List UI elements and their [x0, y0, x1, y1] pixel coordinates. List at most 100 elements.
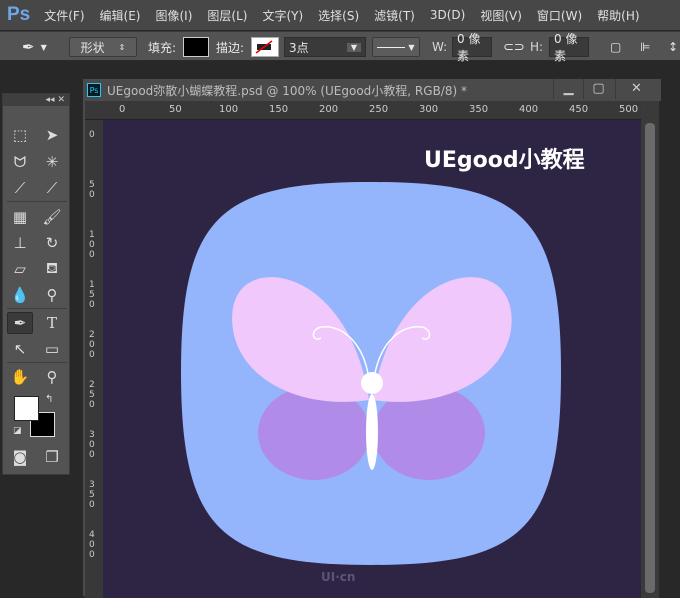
- canvas[interactable]: UEgood小教程 UI·cn: [103, 120, 641, 598]
- fill-label: 填充:: [148, 40, 177, 55]
- menu-image[interactable]: 图像(I): [155, 7, 192, 24]
- ruler-label: 450: [569, 104, 589, 115]
- hand-tool-icon[interactable]: ✋: [7, 366, 33, 388]
- ruler-label: 350: [469, 104, 489, 115]
- options-bar: ✒ ▼ 形状 ⇕ 填充: 描边: 3点 ▼ ▼ W: 0 像素 ⊂⊃ H: 0 像素 …: [0, 31, 680, 63]
- menu-bar: Ps 文件(F) 编辑(E) 图像(I) 图层(L) 文字(Y) 选择(S) 滤…: [0, 0, 680, 30]
- collapse-button[interactable]: ◂◂: [46, 95, 55, 105]
- stroke-width-input[interactable]: 3点 ▼: [284, 37, 366, 57]
- vertical-ruler[interactable]: 0 50 100 150 200 250 300 350 400: [85, 120, 103, 598]
- mode-value: 形状: [80, 40, 105, 55]
- rectangle-tool-icon[interactable]: ▭: [39, 338, 65, 360]
- close-button[interactable]: ✕: [57, 95, 65, 105]
- menu-view[interactable]: 视图(V): [480, 7, 522, 24]
- ruler-label: 500: [619, 104, 639, 115]
- document-window: Ps UEgood弥散小蝴蝶教程.psd @ 100% (UEgood小教程, …: [82, 78, 661, 598]
- ruler-label: 150: [269, 104, 289, 115]
- maximize-button[interactable]: ▢: [583, 79, 613, 99]
- path-alignment-icon[interactable]: ⊫: [640, 37, 650, 57]
- ruler-label: 50: [169, 104, 182, 115]
- stamp-tool-icon[interactable]: ⊥: [7, 232, 33, 254]
- close-button[interactable]: ✕: [615, 79, 657, 99]
- menu-3d[interactable]: 3D(D): [430, 8, 465, 22]
- ruler-label: 150: [89, 280, 95, 310]
- history-brush-tool-icon[interactable]: ↻: [39, 232, 65, 254]
- document-title: UEgood弥散小蝴蝶教程.psd @ 100% (UEgood小教程, RGB…: [107, 83, 467, 98]
- menu-select[interactable]: 选择(S): [318, 7, 359, 24]
- no-stroke-icon: [255, 40, 273, 54]
- default-colors-icon[interactable]: ◪: [13, 426, 22, 436]
- path-arrangement-icon[interactable]: ↕: [668, 37, 678, 57]
- swap-colors-icon[interactable]: ↰: [45, 394, 53, 405]
- toolbox-header: ◂◂ ✕: [3, 94, 69, 106]
- stroke-label: 描边:: [216, 40, 245, 55]
- butterfly-head: [361, 372, 383, 394]
- magic-wand-tool-icon[interactable]: ✳: [39, 151, 65, 173]
- chevron-down-icon[interactable]: ▼: [346, 42, 361, 52]
- canvas-title-text: UEgood小教程: [424, 148, 585, 173]
- ruler-label: 0: [89, 130, 95, 140]
- path-operations-icon[interactable]: ▢: [610, 37, 621, 57]
- blur-tool-icon[interactable]: 💧: [7, 284, 33, 306]
- width-input[interactable]: 0 像素: [452, 32, 492, 63]
- height-input[interactable]: 0 像素: [549, 32, 589, 63]
- brush-tool-icon[interactable]: 🖌: [39, 206, 65, 228]
- eraser-tool-icon[interactable]: ▱: [7, 258, 33, 280]
- ruler-label: 50: [89, 180, 95, 200]
- healing-brush-tool-icon[interactable]: ▦: [7, 206, 33, 228]
- minimize-button[interactable]: ▁: [553, 79, 583, 99]
- ruler-label: 100: [219, 104, 239, 115]
- ruler-label: 300: [89, 430, 95, 460]
- pen-tool-preset[interactable]: ✒ ▼: [22, 37, 47, 57]
- stroke-type-select[interactable]: ▼: [372, 37, 420, 57]
- ruler-label: 350: [89, 480, 95, 510]
- height-label: H:: [530, 40, 544, 54]
- paint-bucket-tool-icon[interactable]: ⛾: [39, 258, 65, 280]
- scrollbar-thumb[interactable]: [645, 123, 655, 593]
- dodge-tool-icon[interactable]: ⚲: [39, 284, 65, 306]
- ruler-label: 250: [369, 104, 389, 115]
- quick-mask-icon[interactable]: ◙: [7, 446, 33, 468]
- ruler-label: 300: [419, 104, 439, 115]
- butterfly-body: [366, 394, 378, 470]
- ruler-label: 200: [319, 104, 339, 115]
- menu-help[interactable]: 帮助(H): [597, 7, 639, 24]
- menu-type[interactable]: 文字(Y): [262, 7, 303, 24]
- mode-select[interactable]: 形状 ⇕: [69, 37, 137, 57]
- watermark: UI·cn: [321, 570, 356, 584]
- ruler-label: 400: [519, 104, 539, 115]
- ruler-label: 400: [89, 530, 95, 560]
- width-label: W:: [432, 40, 448, 54]
- stroke-swatch[interactable]: [251, 37, 279, 57]
- ruler-label: 200: [89, 330, 95, 360]
- menu-window[interactable]: 窗口(W): [537, 7, 582, 24]
- stroke-width-value: 3点: [289, 40, 309, 55]
- move-tool-icon[interactable]: ➤: [39, 124, 65, 146]
- ruler-label: 0: [119, 104, 126, 115]
- pen-icon: ✒: [22, 38, 35, 56]
- eyedropper-tool-icon[interactable]: ⟋: [39, 177, 65, 199]
- toolbox: ◂◂ ✕ ⬚ ➤ ᗢ ✳ ⟋ ⟋ ▦ 🖌 ⊥ ↻ ▱ ⛾ 💧 ⚲ ✒ T ↖ ▭…: [2, 93, 70, 475]
- document-tab[interactable]: Ps UEgood弥散小蝴蝶教程.psd @ 100% (UEgood小教程, …: [83, 79, 661, 101]
- horizontal-ruler[interactable]: 0 50 100 150 200 250 300 350 400 450 500: [85, 101, 641, 120]
- menu-edit[interactable]: 编辑(E): [100, 7, 141, 24]
- marquee-tool-icon[interactable]: ⬚: [7, 124, 33, 146]
- type-tool-icon[interactable]: T: [39, 312, 65, 334]
- screen-mode-icon[interactable]: ❐: [39, 446, 65, 468]
- ruler-label: 100: [89, 230, 95, 260]
- pen-tool-icon[interactable]: ✒: [7, 312, 33, 334]
- artwork: [181, 182, 561, 565]
- fill-swatch[interactable]: [183, 37, 209, 57]
- path-selection-tool-icon[interactable]: ↖: [7, 338, 33, 360]
- ruler-label: 250: [89, 380, 95, 410]
- menu-file[interactable]: 文件(F): [44, 7, 84, 24]
- foreground-color[interactable]: [14, 396, 39, 421]
- menu-layer[interactable]: 图层(L): [207, 7, 247, 24]
- vertical-scrollbar[interactable]: [641, 101, 659, 598]
- link-icon[interactable]: ⊂⊃: [503, 37, 525, 57]
- lasso-tool-icon[interactable]: ᗢ: [7, 151, 33, 173]
- crop-tool-icon[interactable]: ⟋: [7, 177, 33, 199]
- ps-file-icon: Ps: [87, 83, 101, 97]
- menu-filter[interactable]: 滤镜(T): [374, 7, 415, 24]
- zoom-tool-icon[interactable]: ⚲: [39, 366, 65, 388]
